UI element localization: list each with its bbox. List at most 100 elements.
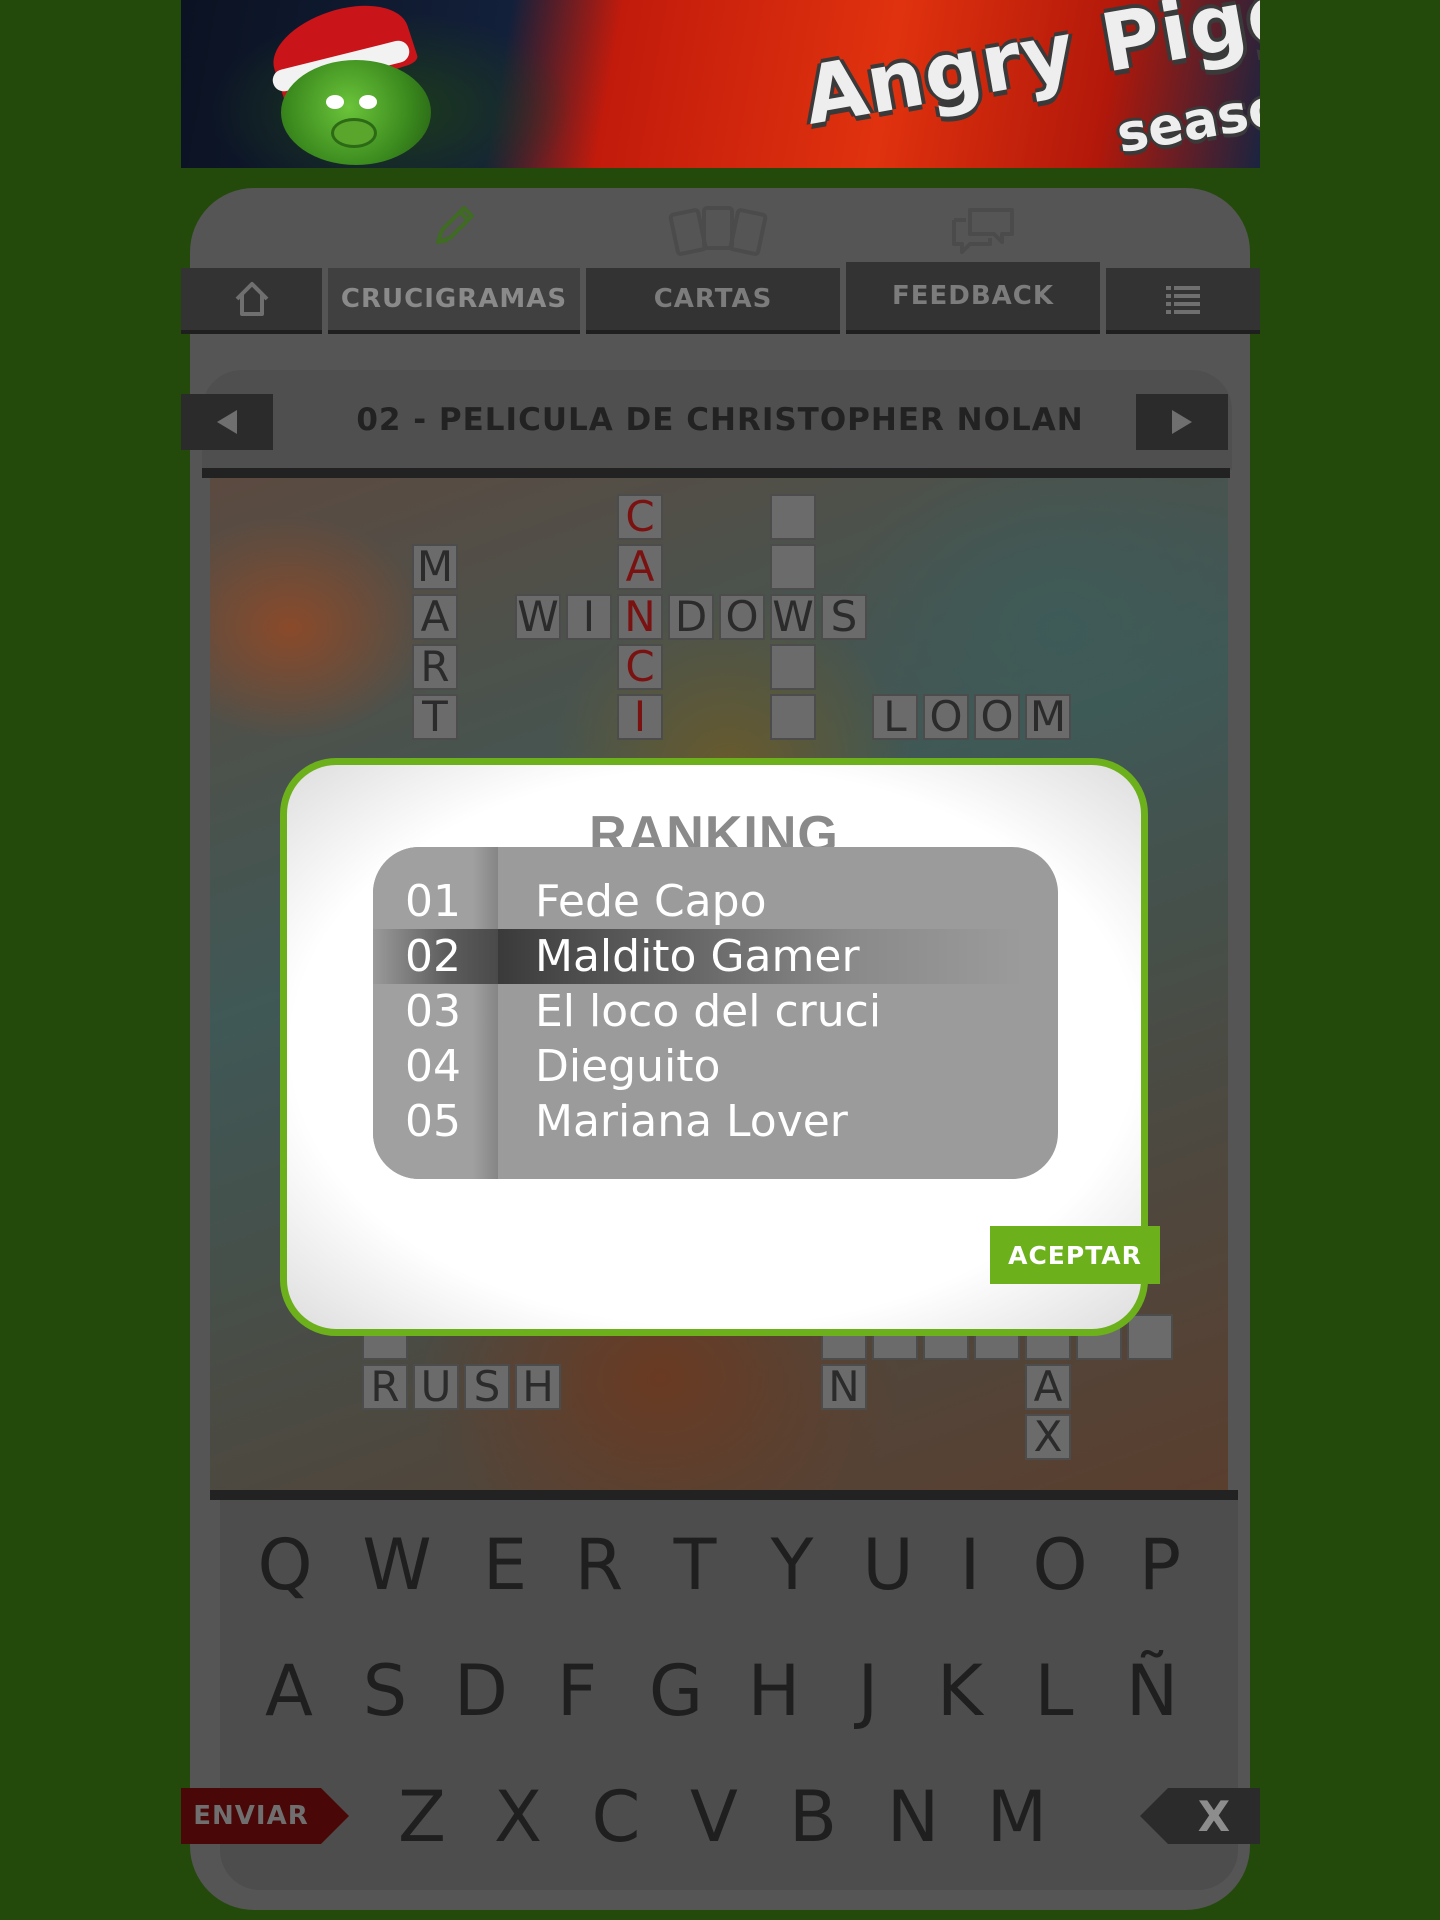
main-nav: CRUCIGRAMAS CARTAS FEEDBACK (181, 262, 1260, 330)
crossword-cell[interactable]: H (515, 1364, 561, 1410)
delete-button-tip (1140, 1788, 1168, 1844)
rank-player-name: Fede Capo (535, 876, 767, 927)
accept-button[interactable]: ACEPTAR (990, 1226, 1160, 1284)
crossword-cell[interactable]: A (1025, 1364, 1071, 1410)
crossword-cell[interactable]: N (821, 1364, 867, 1410)
key-r[interactable]: R (559, 1530, 639, 1600)
ranking-row: 03 El loco del cruci (373, 984, 1058, 1039)
rank-player-name: Maldito Gamer (535, 931, 860, 982)
crossword-cell[interactable]: O (923, 694, 969, 740)
rank-player-name: El loco del cruci (535, 986, 882, 1037)
crossword-cell[interactable]: D (668, 594, 714, 640)
home-button[interactable] (181, 268, 322, 330)
crossword-cell[interactable]: T (412, 694, 458, 740)
pig-eye-graphic (359, 95, 377, 109)
crossword-cell-empty[interactable] (770, 694, 816, 740)
pig-graphic (281, 60, 431, 165)
menu-button[interactable] (1106, 268, 1260, 330)
next-puzzle-button[interactable] (1136, 394, 1228, 450)
key-m[interactable]: M (977, 1782, 1057, 1852)
tab-feedback[interactable]: FEEDBACK (846, 262, 1100, 330)
crossword-top-bar (202, 468, 1230, 478)
key-e[interactable]: E (465, 1530, 545, 1600)
crossword-cell[interactable]: L (872, 694, 918, 740)
crossword-cell-highlighted[interactable]: A (617, 544, 663, 590)
key-q[interactable]: Q (245, 1530, 325, 1600)
key-p[interactable]: P (1120, 1530, 1200, 1600)
crossword-cell-highlighted[interactable]: C (617, 494, 663, 540)
crossword-cell[interactable]: W (770, 594, 816, 640)
key-b[interactable]: B (773, 1782, 853, 1852)
rank-position: 01 (405, 876, 461, 927)
key-g[interactable]: G (636, 1656, 716, 1726)
key-c[interactable]: C (576, 1782, 656, 1852)
crossword-cell[interactable]: S (464, 1364, 510, 1410)
key-w[interactable]: W (357, 1530, 437, 1600)
crossword-cell-highlighted[interactable]: C (617, 644, 663, 690)
key-u[interactable]: U (848, 1530, 928, 1600)
cards-icon (668, 206, 768, 256)
prev-puzzle-button[interactable] (181, 394, 273, 450)
ranking-row-highlighted: 02 Maldito Gamer (373, 929, 1058, 984)
crossword-cell[interactable]: X (1025, 1414, 1071, 1460)
crossword-cell[interactable]: S (821, 594, 867, 640)
crossword-cell-highlighted[interactable]: I (617, 694, 663, 740)
crossword-cell[interactable]: R (362, 1364, 408, 1410)
crossword-cell-empty[interactable] (770, 494, 816, 540)
crossword-cell-empty[interactable] (770, 644, 816, 690)
key-n-tilde[interactable]: Ñ (1112, 1656, 1192, 1726)
delete-button[interactable]: X (1168, 1788, 1260, 1844)
send-button-tip (321, 1788, 349, 1844)
tab-crucigramas[interactable]: CRUCIGRAMAS (328, 268, 580, 330)
crossword-cell[interactable]: A (412, 594, 458, 640)
key-a[interactable]: A (249, 1656, 329, 1726)
key-n[interactable]: N (873, 1782, 953, 1852)
pig-snout-graphic (331, 118, 377, 148)
ad-banner[interactable]: Angry Piggy season (181, 0, 1260, 168)
rank-position: 02 (405, 931, 461, 982)
ranking-row: 05 Mariana Lover (373, 1094, 1058, 1149)
key-j[interactable]: J (828, 1656, 908, 1726)
menu-icon (1166, 286, 1200, 314)
crossword-cell[interactable]: O (719, 594, 765, 640)
crossword-cell-empty[interactable] (770, 544, 816, 590)
tab-cartas[interactable]: CARTAS (586, 268, 840, 330)
ranking-row: 01 Fede Capo (373, 874, 1058, 929)
rank-player-name: Mariana Lover (535, 1096, 848, 1147)
send-button[interactable]: ENVIAR (181, 1788, 321, 1844)
crossword-cell[interactable]: O (974, 694, 1020, 740)
crossword-cell-highlighted[interactable]: N (617, 594, 663, 640)
key-o[interactable]: O (1020, 1530, 1100, 1600)
crossword-cell[interactable]: M (1025, 694, 1071, 740)
key-i[interactable]: I (930, 1530, 1010, 1600)
crossword-cell[interactable]: W (515, 594, 561, 640)
home-icon (235, 282, 268, 316)
key-z[interactable]: Z (382, 1782, 462, 1852)
key-d[interactable]: D (441, 1656, 521, 1726)
crossword-cell-empty[interactable] (1127, 1314, 1173, 1360)
rank-player-name: Dieguito (535, 1041, 721, 1092)
crossword-cell[interactable]: U (413, 1364, 459, 1410)
key-f[interactable]: F (537, 1656, 617, 1726)
rank-position: 03 (405, 986, 461, 1037)
crossword-cell[interactable]: M (412, 544, 458, 590)
key-y[interactable]: Y (752, 1530, 832, 1600)
rank-position: 05 (405, 1096, 461, 1147)
pig-eye-graphic (326, 95, 344, 109)
arrow-right-icon (1172, 410, 1192, 434)
arrow-left-icon (217, 410, 237, 434)
key-k[interactable]: K (920, 1656, 1000, 1726)
crossword-bottom-bar (210, 1490, 1238, 1500)
chat-icon (952, 208, 1014, 254)
key-s[interactable]: S (345, 1656, 425, 1726)
ranking-list: 01 Fede Capo 02 Maldito Gamer 03 El loco… (373, 847, 1058, 1179)
puzzle-title: 02 - PELICULA DE CHRISTOPHER NOLAN (356, 402, 1084, 438)
pencil-icon (436, 206, 474, 244)
key-x[interactable]: X (478, 1782, 558, 1852)
key-l[interactable]: L (1014, 1656, 1094, 1726)
key-v[interactable]: V (674, 1782, 754, 1852)
crossword-cell[interactable]: I (566, 594, 612, 640)
key-t[interactable]: T (655, 1530, 735, 1600)
crossword-cell[interactable]: R (412, 644, 458, 690)
key-h[interactable]: H (734, 1656, 814, 1726)
